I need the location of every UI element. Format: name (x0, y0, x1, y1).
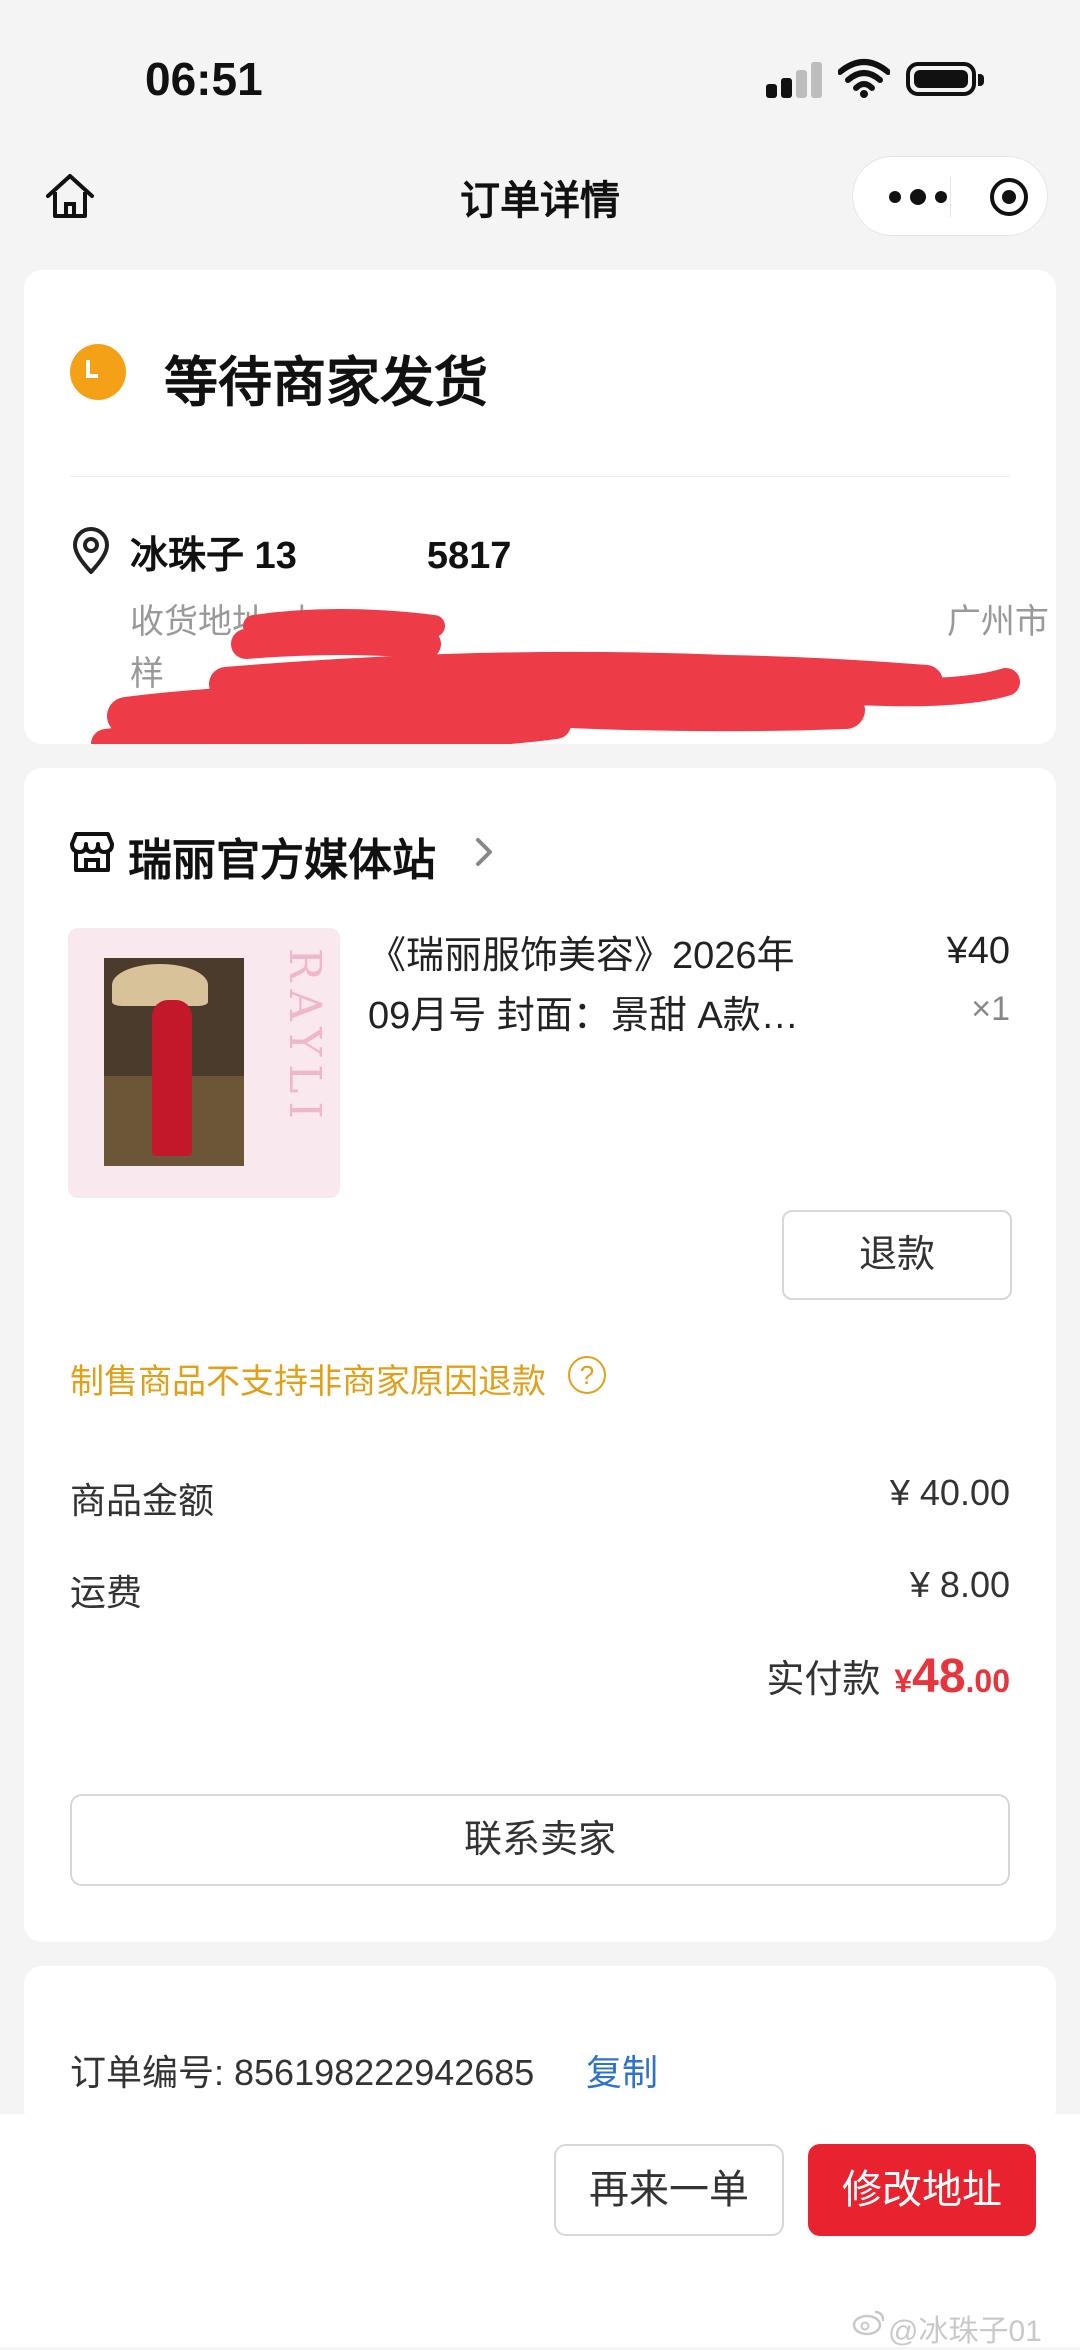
goods-amount-value: ¥ 40.00 (889, 1472, 1010, 1513)
battery-icon (906, 62, 984, 96)
contact-seller-button[interactable]: 联系卖家 (70, 1794, 1010, 1886)
product-thumbnail[interactable]: RAYLI (68, 928, 340, 1198)
address-city-fragment: 广州市 (946, 603, 1049, 641)
order-status-text: 等待商家发货 (164, 353, 488, 413)
location-pin-icon (73, 527, 109, 574)
order-number: 订单编号: 856198222942685 (70, 2052, 535, 2093)
copy-order-number-link[interactable]: 复制 (586, 2044, 658, 2096)
phone-tail: 5817 (426, 535, 512, 577)
shipping-fee-value: ¥ 8.00 (909, 1564, 1010, 1605)
chevron-right-icon[interactable] (472, 834, 496, 870)
watermark-text: @冰珠子01 (888, 2315, 1042, 2348)
product-title-line2: 09月号 封面：景甜 A款… (368, 995, 799, 1037)
currency-symbol: ¥ (894, 1663, 913, 1699)
wifi-icon (838, 59, 890, 98)
address-line2: 样 (130, 655, 164, 693)
product-title-line1: 《瑞丽服饰美容》2026年 (368, 935, 795, 977)
miniprogram-capsule (852, 156, 1048, 236)
status-bar: 06:51 (0, 0, 1080, 150)
refund-button[interactable]: 退款 (782, 1210, 1012, 1300)
shipping-address: 收货地址: 山 广州市 (130, 594, 1049, 643)
divider (70, 476, 1010, 477)
store-icon (70, 832, 114, 872)
product-quantity: ×1 (971, 990, 1010, 1028)
cellular-signal-icon (766, 62, 822, 98)
total-paid: 实付款 ¥48.00 (766, 1648, 1010, 1704)
help-icon[interactable]: ? (568, 1356, 606, 1394)
goods-amount-label: 商品金额 (70, 1480, 215, 1521)
recipient-name: 冰珠子 13 (130, 535, 297, 577)
clock: 06:51 (145, 53, 263, 105)
nav-bar: 订单详情 (0, 150, 1080, 248)
order-items-card: 瑞丽官方媒体站 RAYLI 《瑞丽服饰美容》2026年 09月号 封面：景甜 A… (24, 768, 1056, 1942)
cover-brand-text: RAYLI (279, 948, 330, 1127)
reorder-button[interactable]: 再来一单 (554, 2144, 784, 2236)
order-info-card: 订单编号: 856198222942685 复制 (24, 1966, 1056, 2126)
close-miniprogram-icon[interactable] (989, 177, 1029, 217)
recipient-name-phone: 冰珠子 13 5817 (130, 524, 511, 579)
shipping-fee-label: 运费 (70, 1572, 143, 1613)
product-price: ¥40 (946, 930, 1010, 972)
total-paid-decimal: .00 (965, 1663, 1010, 1699)
product-title[interactable]: 《瑞丽服饰美容》2026年 09月号 封面：景甜 A款… (368, 926, 908, 1046)
bottom-action-bar: 再来一单 修改地址 @冰珠子01 (0, 2114, 1080, 2348)
magazine-cover-photo (104, 958, 244, 1166)
address-label: 收货地址: 山 (130, 603, 319, 641)
refund-policy-note: 制售商品不支持非商家原因退款 (70, 1363, 546, 1401)
order-status-card: 等待商家发货 冰珠子 13 5817 收货地址: 山 广州市 样 (24, 270, 1056, 744)
total-paid-label: 实付款 (766, 1659, 881, 1701)
store-name-link[interactable]: 瑞丽官方媒体站 (128, 824, 436, 888)
weibo-watermark-icon (852, 2310, 885, 2336)
more-icon[interactable] (883, 183, 953, 211)
total-paid-integer: 48 (912, 1650, 966, 1703)
modify-address-button[interactable]: 修改地址 (808, 2144, 1036, 2236)
clock-status-icon (70, 344, 126, 400)
